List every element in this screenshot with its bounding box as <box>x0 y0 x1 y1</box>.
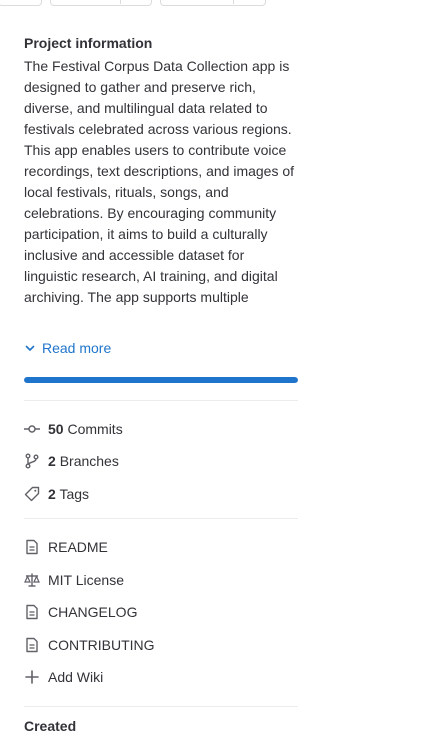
divider <box>24 518 298 519</box>
contributing-link[interactable]: CONTRIBUTING <box>24 634 155 656</box>
document-icon <box>24 637 40 653</box>
tags-count: 2 <box>48 486 56 502</box>
readme-link[interactable]: README <box>24 536 108 558</box>
tags-label: Tags <box>59 486 90 502</box>
divider <box>24 706 298 707</box>
top-split-button-2[interactable] <box>160 0 266 6</box>
tags-link[interactable]: 2 Tags <box>24 483 89 505</box>
branches-count: 2 <box>48 453 56 469</box>
top-split-button-1[interactable] <box>50 0 152 6</box>
changelog-label: CHANGELOG <box>48 604 138 620</box>
changelog-link[interactable]: CHANGELOG <box>24 601 137 623</box>
top-button-1[interactable] <box>0 0 42 6</box>
top-split-separator-2 <box>233 0 234 4</box>
chevron-down-icon <box>24 342 36 354</box>
scale-icon <box>24 572 40 588</box>
license-link[interactable]: MIT License <box>24 569 124 591</box>
progress-bar-fill <box>24 377 298 383</box>
document-icon <box>24 604 40 620</box>
branch-icon <box>24 453 40 469</box>
read-more-button[interactable]: Read more <box>24 338 111 358</box>
commit-icon <box>24 421 40 437</box>
read-more-label: Read more <box>42 340 112 356</box>
readme-label: README <box>48 539 108 555</box>
plus-icon <box>24 669 40 685</box>
divider <box>24 400 298 401</box>
branches-link[interactable]: 2 Branches <box>24 450 119 472</box>
project-information-heading: Project information <box>24 35 153 51</box>
commits-label: Commits <box>67 421 123 437</box>
progress-bar <box>24 377 298 383</box>
branches-label: Branches <box>59 453 119 469</box>
commits-count: 50 <box>48 421 64 437</box>
project-description: The Festival Corpus Data Collection app … <box>24 58 295 305</box>
document-icon <box>24 539 40 555</box>
add-wiki-link[interactable]: Add Wiki <box>24 666 103 688</box>
top-split-separator-1 <box>120 0 121 4</box>
add-wiki-label: Add Wiki <box>48 669 104 685</box>
contributing-label: CONTRIBUTING <box>48 637 155 653</box>
tag-icon <box>24 486 40 502</box>
license-label: MIT License <box>48 572 124 588</box>
created-heading: Created <box>24 718 77 734</box>
project-description-container: The Festival Corpus Data Collection app … <box>24 56 298 328</box>
commits-link[interactable]: 50 Commits <box>24 418 123 440</box>
